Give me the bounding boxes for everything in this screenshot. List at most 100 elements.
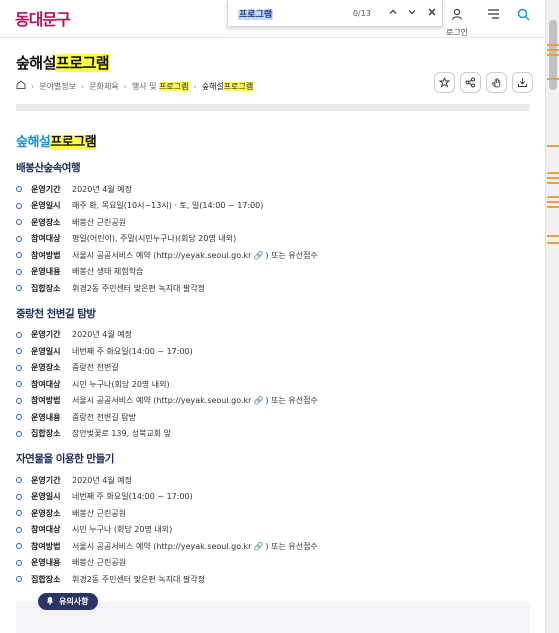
bullet-circle-icon [16, 331, 22, 338]
find-match-marker [547, 182, 559, 184]
find-match-marker [547, 172, 559, 174]
login-button[interactable]: 로그인 [443, 8, 471, 38]
reservation-link[interactable]: 서울시 공공서비스 예약 (http://yeyak.seoul.go.kr [72, 250, 251, 261]
bullet-circle-icon [16, 252, 22, 259]
info-row: 운영기간 2020년 4월 예정 [16, 472, 530, 489]
info-row: 운영기간 2020년 4월 예정 [16, 181, 530, 198]
info-label: 집합장소 [31, 574, 61, 584]
find-match-marker [547, 44, 559, 46]
info-label: 운영기간 [31, 475, 61, 485]
section-title: 숲해설프로그램 [16, 135, 97, 150]
title-divider [16, 104, 530, 111]
info-label: 참여대상 [31, 379, 61, 389]
info-row: 참여대상 시민 누구나(회당 20명 내외) [16, 376, 530, 393]
external-link-icon[interactable]: 🔗 [253, 251, 263, 260]
info-row: 운영장소 중랑천 천변길 [16, 360, 530, 377]
bullet-circle-icon [16, 348, 22, 355]
bullet-circle-icon [16, 526, 22, 533]
info-value: 평일(어린이), 주말(시민누구나)(회당 20명 내외) [72, 234, 237, 244]
info-row: 운영장소 배봉산 근린공원 [16, 505, 530, 522]
info-value: 중랑천 천변길 탐방 [72, 412, 136, 422]
info-value: 2020년 4월 예정 [72, 330, 132, 340]
bullet-circle-icon [16, 202, 22, 209]
bullet-circle-icon [16, 559, 22, 566]
notice-tag: 유의사항 [38, 593, 99, 610]
menu-icon[interactable] [485, 8, 501, 24]
chevron-right-icon: › [81, 81, 85, 91]
home-icon[interactable] [16, 80, 26, 92]
chevron-right-icon: › [193, 81, 197, 91]
reservation-link[interactable]: 서울시 공공서비스 예약 (http://yeyak.seoul.go.kr [72, 395, 251, 406]
program-title: 배봉산숲속여행 [16, 162, 81, 174]
notice-label: 유의사항 [59, 597, 89, 606]
header-actions: 로그인 [443, 8, 531, 38]
search-icon[interactable] [515, 8, 531, 24]
breadcrumb-current: 숲해설프로그램 [201, 81, 254, 91]
touch-hand-icon[interactable] [486, 72, 507, 93]
info-label: 운영내용 [31, 267, 61, 277]
info-label: 참여방법 [31, 250, 61, 260]
info-value: ) 또는 유선접수 [265, 541, 318, 551]
breadcrumb-item[interactable]: 행사 및 프로그램 [132, 81, 189, 92]
info-label: 운영내용 [31, 558, 61, 568]
find-match-marker [547, 49, 559, 51]
info-value: 휘경2동 주민센터 맞은편 녹지대 팔각정 [72, 574, 206, 584]
external-link-icon[interactable]: 🔗 [253, 396, 263, 405]
bullet-circle-icon [16, 235, 22, 242]
program-info-list: 운영기간 2020년 4월 예정 운영일시 매주 화, 목요일(10시~13시) ·… [16, 181, 530, 297]
favorite-star-icon[interactable] [434, 72, 455, 93]
find-match-marker [547, 177, 559, 179]
info-label: 운영내용 [31, 412, 61, 422]
bullet-circle-icon [16, 285, 22, 292]
external-link-icon[interactable]: 🔗 [253, 542, 263, 551]
breadcrumb: › 분야별정보 › 문화체육 › 행사 및 프로그램 › 숲해설프로그램 [16, 80, 254, 92]
program-info-list: 운영기간 2020년 4월 예정 운영일시 네번째 주 화요일(14:00 ~ 17… [16, 472, 530, 588]
program-info-list: 운영기간 2020년 4월 예정 운영일시 네번째 주 화요일(14:00 ~ 17… [16, 327, 530, 443]
info-label: 참여방법 [31, 541, 61, 551]
print-download-icon[interactable] [512, 72, 533, 93]
find-previous-icon[interactable] [383, 7, 403, 20]
main-content: 숲해설프로그램 배봉산숲속여행 운영기간 2020년 4월 예정 운영일시 매주 화… [16, 131, 530, 597]
reservation-link[interactable]: 서울시 공공서비스 예약 (http://yeyak.seoul.go.kr [72, 541, 251, 552]
info-value: ) 또는 유선접수 [265, 250, 318, 260]
info-row: 운영내용 배봉산 생태 체험학습 [16, 264, 530, 281]
chevron-right-icon: › [123, 81, 127, 91]
bullet-circle-icon [16, 576, 22, 583]
program-title: 중랑천 천변길 탐방 [16, 307, 96, 320]
find-match-marker [547, 235, 559, 237]
site-logo[interactable]: 동대문구 [15, 6, 71, 30]
page-title: 숲해설프로그램 [16, 54, 110, 72]
find-match-count: 0/13 [352, 8, 371, 18]
breadcrumb-item[interactable]: 문화체육 [89, 81, 118, 92]
page-scrollbar[interactable] [545, 0, 559, 633]
info-value: 2020년 4월 예정 [72, 184, 132, 194]
find-close-icon[interactable] [422, 7, 442, 20]
bullet-circle-icon [16, 477, 22, 484]
find-match-marker [547, 201, 559, 203]
info-value: 배봉산 근린공원 [72, 558, 127, 568]
info-label: 참여대상 [31, 525, 61, 535]
info-row: 운영기간 2020년 4월 예정 [16, 327, 530, 344]
breadcrumb-item[interactable]: 분야별정보 [39, 81, 76, 92]
info-row: 참여대상 평일(어린이), 주말(시민누구나)(회당 20명 내외) [16, 231, 530, 248]
find-match-marker [547, 196, 559, 198]
find-input[interactable]: 프로그램 [238, 7, 328, 20]
find-next-icon[interactable] [403, 7, 423, 20]
info-label: 참여대상 [31, 234, 61, 244]
bullet-circle-icon [16, 493, 22, 500]
info-row: 운영일시 매주 화, 목요일(10시~13시) · 토, 일(14:00 ~ 17… [16, 198, 530, 215]
share-icon[interactable] [460, 72, 481, 93]
info-value: 배봉산 근린공원 [72, 508, 127, 518]
chevron-right-icon: › [31, 81, 35, 91]
bullet-circle-icon [16, 381, 22, 388]
info-value: 네번째 주 화요일(14:00 ~ 17:00) [72, 492, 193, 502]
login-label: 로그인 [445, 28, 469, 37]
find-bar: 프로그램 0/13 [227, 0, 443, 27]
info-value: 중랑천 천변길 [72, 363, 119, 373]
info-row: 집합장소 휘경2동 주민센터 맞은편 녹지대 팔각정 [16, 280, 530, 297]
bullet-circle-icon [16, 414, 22, 421]
find-match-marker [547, 206, 559, 208]
bullet-circle-icon [16, 430, 22, 437]
info-value: 휘경2동 주민센터 맞은편 녹지대 팔각정 [72, 283, 206, 293]
info-label: 집합장소 [31, 283, 61, 293]
